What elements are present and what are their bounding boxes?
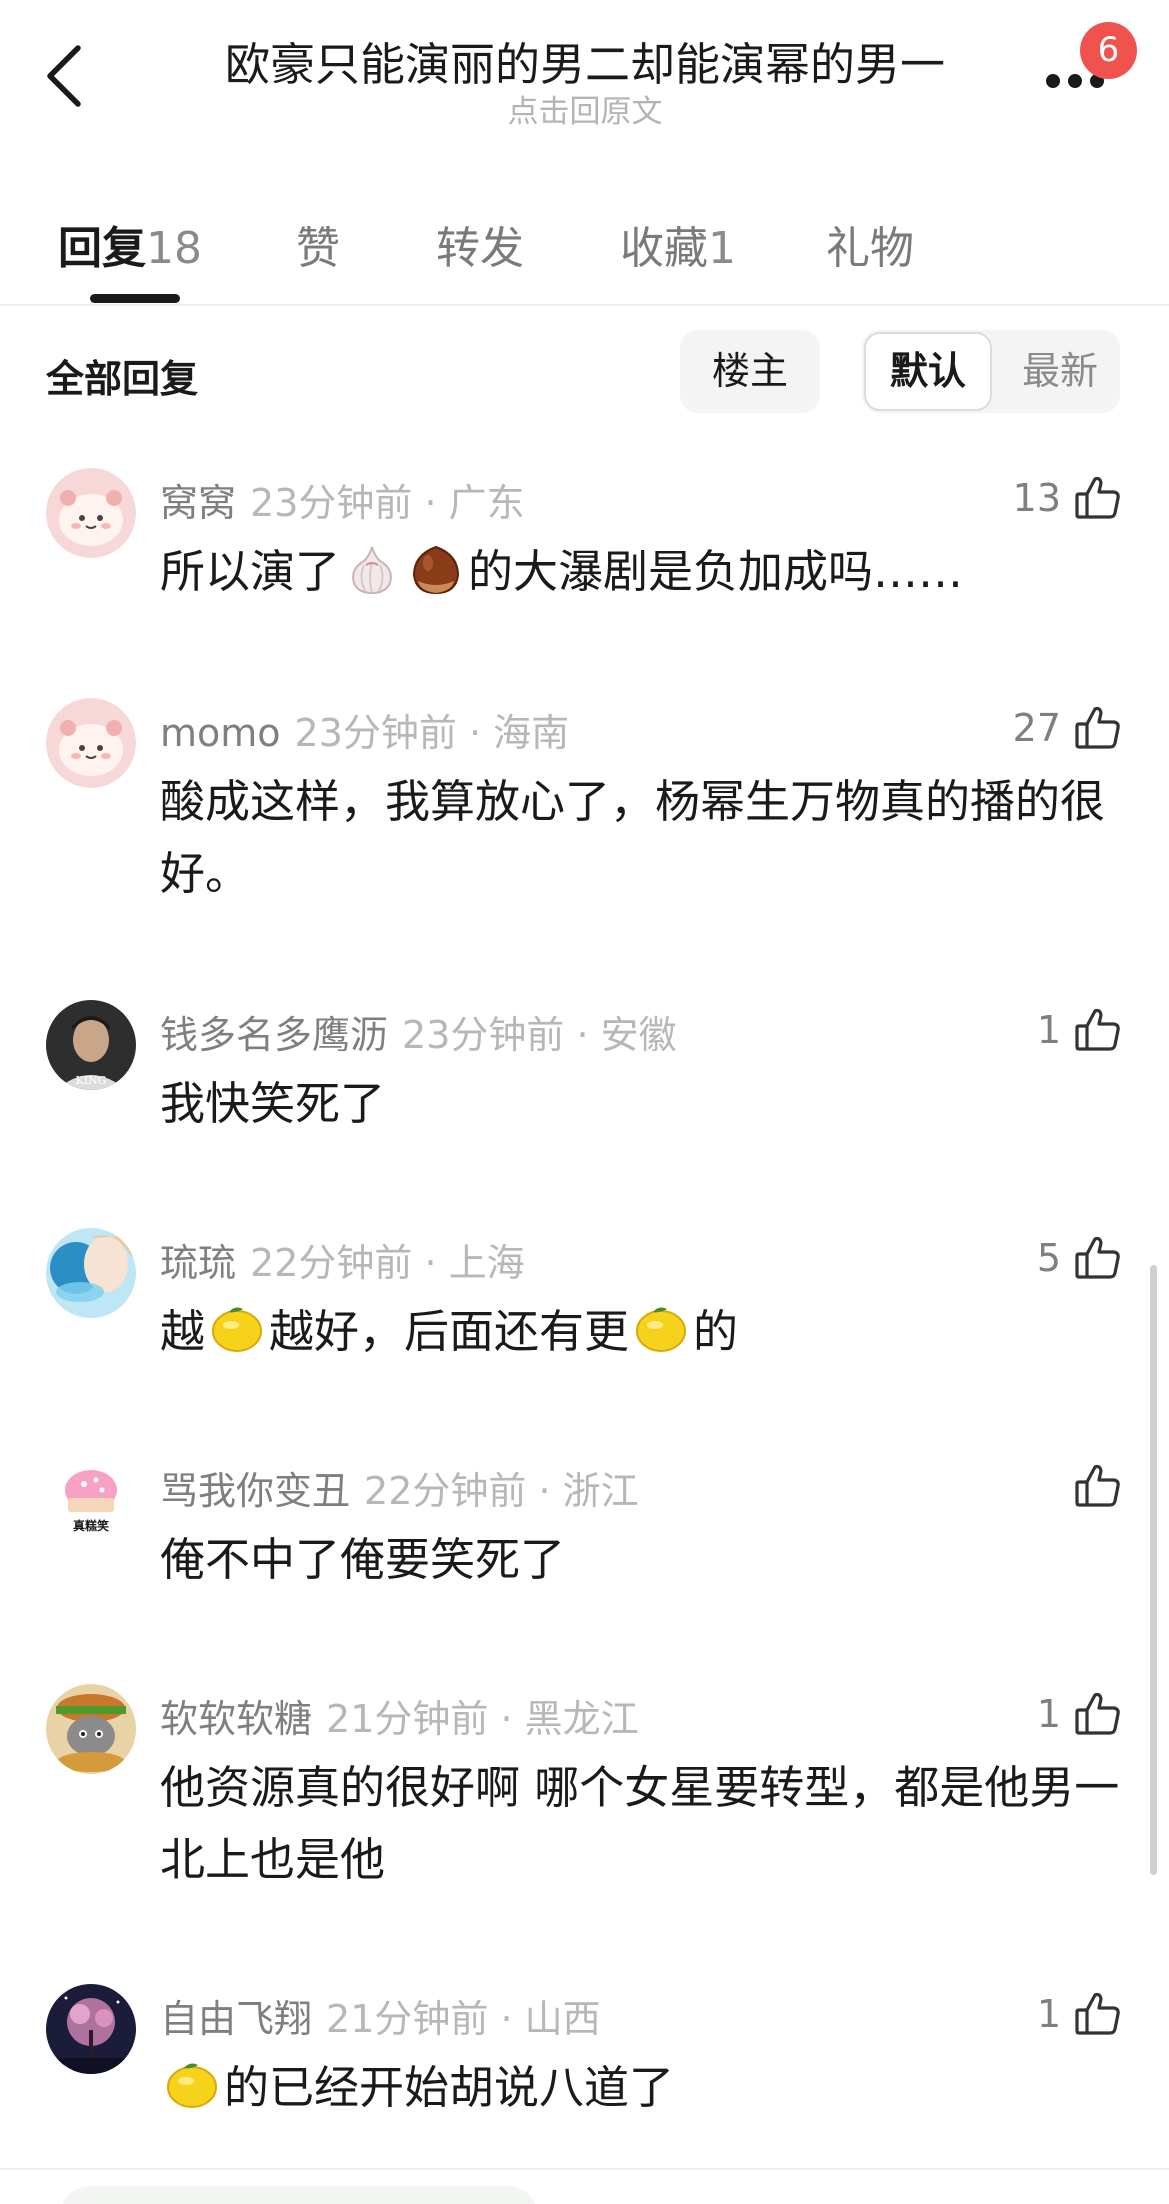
op-only-button[interactable]: 楼主 xyxy=(680,330,820,413)
lemon-icon xyxy=(633,1301,689,1357)
comment-meta: momo 23分钟前 · 海南 xyxy=(160,702,569,757)
timestamp-location: 22分钟前 · 浙江 xyxy=(364,1469,639,1513)
sort-default-button[interactable]: 默认 xyxy=(864,332,992,411)
text-segment: 的 xyxy=(693,1305,739,1358)
avatar[interactable]: 真糕笑 xyxy=(46,1456,136,1546)
thumbs-up-icon xyxy=(1073,1233,1123,1283)
like-button[interactable]: 1 xyxy=(1037,1984,1123,2044)
timestamp-location: 23分钟前 · 安徽 xyxy=(402,1013,677,1057)
timestamp-location: 23分钟前 · 广东 xyxy=(250,481,525,525)
username[interactable]: 钱多名多鹰沥 xyxy=(160,1013,388,1057)
chevron-left-icon xyxy=(47,45,81,107)
tab-label: 赞 xyxy=(296,223,340,274)
username[interactable]: 窝窝 xyxy=(160,481,236,525)
thumbs-up-icon xyxy=(1073,1989,1123,2039)
tab-favorites[interactable]: 收藏1 xyxy=(620,212,736,276)
notification-badge: 6 xyxy=(1080,22,1137,79)
divider xyxy=(0,2168,1169,2170)
page-title: 欧豪只能演丽的男二却能演幂的男一 xyxy=(224,38,945,91)
avatar-text: KING xyxy=(76,1074,107,1087)
active-tab-indicator xyxy=(90,294,180,303)
thumbs-up-icon xyxy=(1073,1461,1123,1511)
text-segment: 越 xyxy=(160,1305,206,1358)
like-count: 1 xyxy=(1036,1992,1061,2036)
back-button[interactable] xyxy=(38,38,94,114)
comment-text: 俺不中了俺要笑死了 xyxy=(160,1533,566,1586)
like-button[interactable] xyxy=(1061,1456,1123,1516)
comment-meta: 窝窝 23分钟前 · 广东 xyxy=(160,472,525,527)
username[interactable]: 软软软糖 xyxy=(160,1697,312,1741)
avatar[interactable] xyxy=(46,1984,136,2074)
like-count: 5 xyxy=(1036,1236,1061,1280)
chestnut-icon xyxy=(408,541,464,597)
more-dots-icon xyxy=(1046,74,1060,88)
thumbs-up-icon xyxy=(1073,1689,1123,1739)
tab-count: 1 xyxy=(708,223,736,274)
like-button[interactable]: 13 xyxy=(1013,468,1123,528)
timestamp-location: 22分钟前 · 上海 xyxy=(250,1241,525,1285)
avatar[interactable] xyxy=(46,1228,136,1318)
comment-meta: 钱多名多鹰沥 23分钟前 · 安徽 xyxy=(160,1004,677,1059)
comment-meta: 自由飞翔 21分钟前 · 山西 xyxy=(160,1988,601,2043)
more-dot xyxy=(1068,74,1082,88)
like-button[interactable]: 1 xyxy=(1037,1684,1123,1744)
tab-gifts[interactable]: 礼物 xyxy=(826,212,914,276)
comment-text: 我快笑死了 xyxy=(160,1077,386,1130)
thumbs-up-icon xyxy=(1073,703,1123,753)
sort-newest-button[interactable]: 最新 xyxy=(1002,332,1118,411)
text-segment: 所以演了 xyxy=(160,545,341,598)
sort-toggle: 默认 最新 xyxy=(862,330,1120,413)
tab-bar: 回复18 赞 转发 收藏1 礼物 xyxy=(0,200,1169,306)
like-count: 27 xyxy=(1012,706,1061,750)
comment-text: 他资源真的很好啊 哪个女星要转型，都是他男一 北上也是他 xyxy=(160,1761,1120,1886)
comment-text: 所以演了 的大瀑剧是负加成吗…… xyxy=(160,536,1120,608)
username[interactable]: 自由飞翔 xyxy=(160,1997,312,2041)
comment-text: 的已经开始胡说八道了 xyxy=(160,2052,1120,2124)
tab-count: 18 xyxy=(146,223,202,274)
comment-meta: 琉琉 22分钟前 · 上海 xyxy=(160,1232,525,1287)
text-segment: 的大瀑剧是负加成吗…… xyxy=(468,545,964,598)
avatar[interactable] xyxy=(46,468,136,558)
timestamp-location: 23分钟前 · 海南 xyxy=(294,711,570,755)
like-button[interactable]: 5 xyxy=(1037,1228,1123,1288)
lemon-icon xyxy=(209,1301,265,1357)
top-bar: 欧豪只能演丽的男二却能演幂的男一 点击回原文 6 xyxy=(0,0,1169,150)
like-button[interactable]: 27 xyxy=(1013,698,1123,758)
garlic-icon xyxy=(344,541,400,597)
tab-label: 礼物 xyxy=(826,223,914,274)
lemon-icon xyxy=(164,2057,220,2113)
text-segment: 越好，后面还有更 xyxy=(269,1305,630,1358)
timestamp-location: 21分钟前 · 黑龙江 xyxy=(326,1697,639,1741)
like-count: 1 xyxy=(1036,1692,1061,1736)
comment-meta: 软软软糖 21分钟前 · 黑龙江 xyxy=(160,1688,639,1743)
username[interactable]: 琉琉 xyxy=(160,1241,236,1285)
timestamp-location: 21分钟前 · 山西 xyxy=(326,1997,601,2041)
comment-text: 越 越好，后面还有更 的 xyxy=(160,1296,1120,1368)
back-to-original-link[interactable]: 点击回原文 xyxy=(150,86,1020,131)
tab-label: 收藏 xyxy=(620,223,708,274)
reply-input[interactable] xyxy=(60,2186,538,2204)
thumbs-up-icon xyxy=(1073,473,1123,523)
scrollbar[interactable] xyxy=(1150,1265,1157,1875)
text-segment: 的已经开始胡说八道了 xyxy=(224,2061,675,2114)
tab-reposts[interactable]: 转发 xyxy=(436,212,524,276)
thumbs-up-icon xyxy=(1073,1005,1123,1055)
avatar[interactable] xyxy=(46,698,136,788)
avatar[interactable] xyxy=(46,1684,136,1774)
like-count: 13 xyxy=(1012,476,1061,520)
like-button[interactable]: 1 xyxy=(1037,1000,1123,1060)
comment-text: 酸成这样，我算放心了，杨幂生万物真的播的很好。 xyxy=(160,775,1106,900)
tab-replies[interactable]: 回复18 xyxy=(58,212,202,276)
comment-meta: 骂我你变丑 22分钟前 · 浙江 xyxy=(160,1460,639,1515)
all-replies-label: 全部回复 xyxy=(46,357,199,401)
tab-label: 回复 xyxy=(58,223,146,274)
username[interactable]: momo xyxy=(160,711,281,755)
avatar[interactable]: KING xyxy=(46,1000,136,1090)
avatar-text: 真糕笑 xyxy=(73,1518,109,1533)
username[interactable]: 骂我你变丑 xyxy=(160,1469,350,1513)
tab-label: 转发 xyxy=(436,223,524,274)
tab-likes[interactable]: 赞 xyxy=(296,212,340,276)
like-count: 1 xyxy=(1036,1008,1061,1052)
